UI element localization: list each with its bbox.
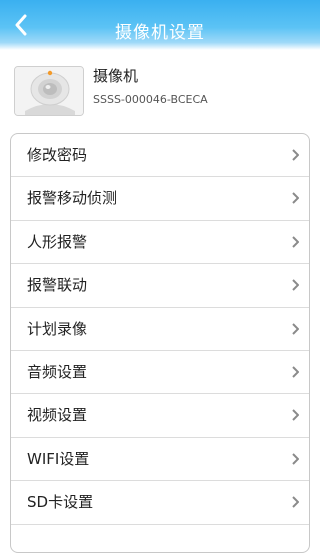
webcam-icon [15,67,83,115]
menu-item-label: 计划录像 [27,319,88,338]
chevron-right-icon [292,496,299,508]
device-thumbnail[interactable] [14,66,84,116]
chevron-right-icon [292,453,299,465]
chevron-right-icon [292,279,299,291]
menu-item-change-password[interactable]: 修改密码 [11,134,309,178]
menu-item-sd-card-settings[interactable]: SD卡设置 [11,481,309,525]
menu-item-label: WIFI设置 [27,449,90,468]
chevron-right-icon [292,366,299,378]
menu-item-label: 人形报警 [27,232,88,251]
menu-item-motion-detection[interactable]: 报警移动侦测 [11,177,309,221]
device-name: 摄像机 [93,67,139,85]
menu-item-scheduled-recording[interactable]: 计划录像 [11,308,309,351]
device-info: 摄像机 SSSS-000046-BCECA [0,56,320,126]
chevron-right-icon [292,192,299,205]
title-bar: 摄像机设置 [0,0,320,50]
chevron-right-icon [292,149,299,161]
chevron-right-icon [292,322,299,335]
menu-item-label: 音频设置 [27,362,88,381]
menu-item-label: 报警移动侦测 [27,189,118,208]
settings-menu: 修改密码 报警移动侦测 人形报警 报警联动 计划录像 音频设置 视频设置 WIF… [10,133,310,553]
menu-item-wifi-settings[interactable]: WIFI设置 [11,438,309,482]
menu-item-label: SD卡设置 [27,493,94,512]
menu-item-video-settings[interactable]: 视频设置 [11,394,309,438]
menu-item-label: 修改密码 [27,146,88,164]
menu-item-label: 报警联动 [27,276,88,295]
device-id: SSSS-000046-BCECA [93,93,208,106]
menu-item-audio-settings[interactable]: 音频设置 [11,351,309,395]
page-title: 摄像机设置 [115,23,205,43]
menu-item-alarm-linkage[interactable]: 报警联动 [11,264,309,308]
menu-item-human-alarm[interactable]: 人形报警 [11,221,309,265]
menu-item-label: 视频设置 [27,406,88,425]
chevron-right-icon [292,409,299,422]
chevron-right-icon [292,236,299,248]
